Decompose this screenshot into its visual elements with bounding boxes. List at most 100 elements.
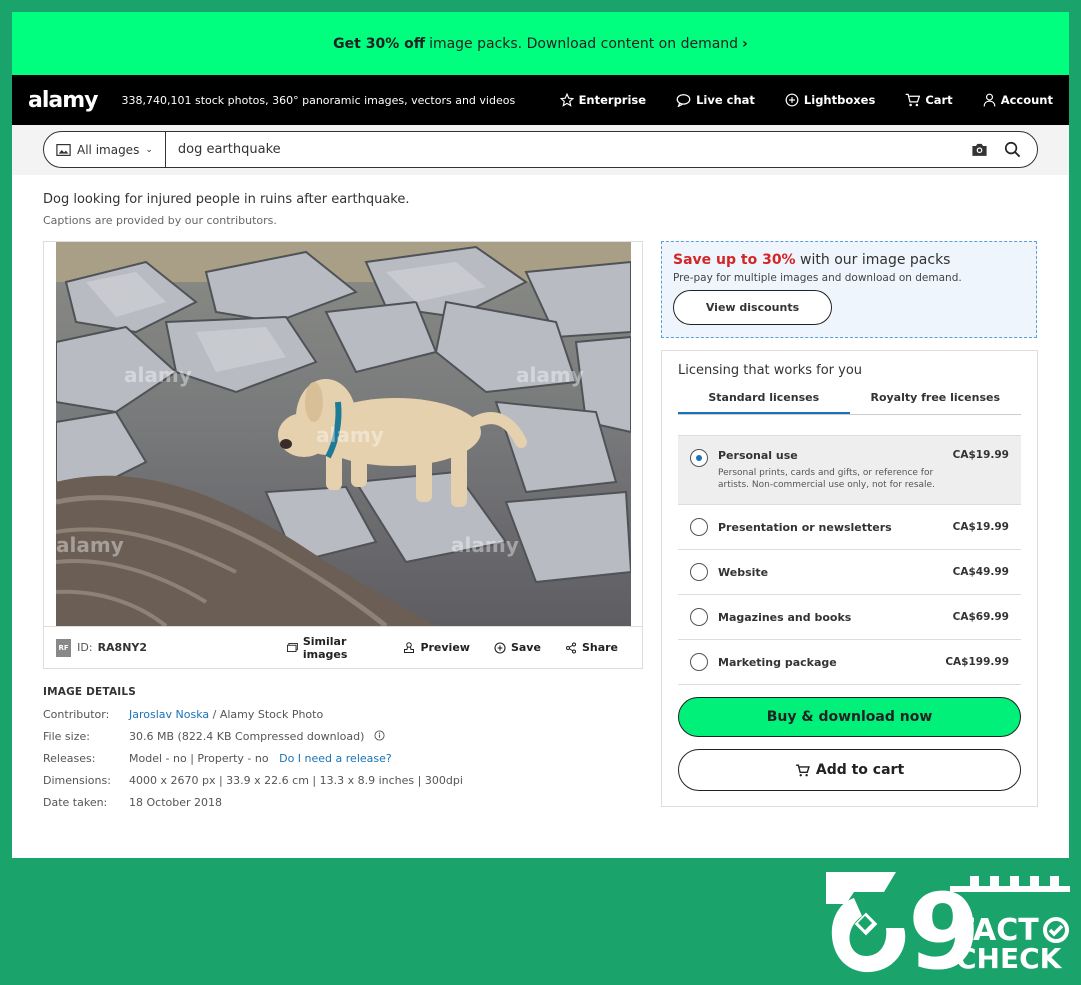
save-subtitle: Pre-pay for multiple images and download… <box>673 272 962 284</box>
option-body: Magazines and books <box>718 611 953 624</box>
similar-images-label: Similar images <box>302 634 348 661</box>
share-label: Share <box>581 641 618 654</box>
licensing-panel: Licensing that works for you Standard li… <box>661 350 1038 807</box>
detail-label: File size: <box>43 730 90 743</box>
watermark-4: alamy <box>56 533 124 557</box>
detail-dimensions: Dimensions: 4000 x 2670 px | 33.9 x 22.6… <box>43 774 463 787</box>
radio-button[interactable] <box>690 518 708 536</box>
page-frame: Get 30% off image packs. Download conten… <box>12 12 1069 858</box>
license-option-personal[interactable]: Personal use Personal prints, cards and … <box>678 435 1021 505</box>
images-icon <box>287 642 298 653</box>
save-button[interactable]: Save <box>494 641 541 654</box>
license-option-presentation[interactable]: Presentation or newsletters CA$19.99 <box>678 505 1021 550</box>
license-option-website[interactable]: Website CA$49.99 <box>678 550 1021 595</box>
dog-rubble-photo: alamy alamy alamy alamy alamy <box>56 242 631 626</box>
detail-label: Contributor: <box>43 708 110 721</box>
releases-value: Model - no | Property - no <box>129 752 269 765</box>
similar-images-button[interactable]: Similar images <box>287 635 379 661</box>
nav-account[interactable]: Account <box>983 93 1053 107</box>
option-label: Presentation or newsletters <box>718 520 892 534</box>
nav-enterprise[interactable]: Enterprise <box>559 93 646 107</box>
info-icon[interactable] <box>374 730 385 741</box>
promo-banner[interactable]: Get 30% off image packs. Download conten… <box>12 12 1069 75</box>
detail-filesize: File size: 30.6 MB (822.4 KB Compressed … <box>43 730 385 743</box>
tab-standard-licenses[interactable]: Standard licenses <box>678 389 850 414</box>
preview-label: Preview <box>420 641 470 654</box>
preview-button[interactable]: Preview <box>403 641 470 654</box>
buy-download-button[interactable]: Buy & download now <box>678 697 1021 737</box>
nav-lightboxes[interactable]: Lightboxes <box>785 93 875 107</box>
search-input[interactable] <box>165 142 971 157</box>
cart-icon <box>795 763 810 776</box>
stamp-icon <box>404 641 415 653</box>
release-help-link[interactable]: Do I need a release? <box>279 752 392 765</box>
detail-contributor: Contributor: Jaroslav Noska / Alamy Stoc… <box>43 708 323 721</box>
contributor-link[interactable]: Jaroslav Noska <box>129 708 209 721</box>
watermark-2: alamy <box>516 363 584 387</box>
watermark-1: alamy <box>124 363 192 387</box>
add-to-cart-label: Add to cart <box>815 762 905 778</box>
user-icon <box>983 93 996 107</box>
camera-search-button[interactable] <box>971 142 988 157</box>
detail-value: Jaroslav Noska / Alamy Stock Photo <box>129 708 323 721</box>
license-tabs: Standard licenses Royalty free licenses <box>678 389 1021 415</box>
detail-value: Model - no | Property - no Do I need a r… <box>129 752 392 765</box>
save-title-rest: with our image packs <box>800 252 951 268</box>
radio-button[interactable] <box>690 608 708 626</box>
search-button[interactable] <box>1004 141 1021 158</box>
share-button[interactable]: Share <box>565 641 618 654</box>
share-icon <box>565 642 576 653</box>
radio-button[interactable] <box>690 563 708 581</box>
add-to-cart-button[interactable]: Add to cart <box>678 749 1021 791</box>
image-pack-promo: Save up to 30% with our image packs Pre-… <box>661 241 1037 338</box>
dimensions-value: 4000 x 2670 px | 33.9 x 22.6 cm | 13.3 x… <box>129 774 463 787</box>
nav-cart-label: Cart <box>925 93 953 107</box>
chevron-down-icon: ⌄ <box>145 144 153 155</box>
image-id-label: ID: <box>77 641 93 654</box>
chat-icon <box>676 94 691 107</box>
photo-action-bar: RF ID: RA8NY2 Similar images Preview Sav… <box>44 626 642 668</box>
filesize-value: 30.6 MB (822.4 KB Compressed download) <box>129 730 365 743</box>
tagline: 338,740,101 stock photos, 360° panoramic… <box>121 93 516 107</box>
option-label: Magazines and books <box>718 610 852 624</box>
radio-dot <box>696 455 702 461</box>
factcheck-logo: 9 FACT CHECK <box>826 871 1070 976</box>
search-bar: All images ⌄ <box>43 131 1038 168</box>
nav-cart[interactable]: Cart <box>905 93 953 107</box>
chevron-right-icon: › <box>742 35 748 52</box>
image-id: RA8NY2 <box>97 641 148 654</box>
stock-photo[interactable]: alamy alamy alamy alamy alamy <box>56 242 631 626</box>
nav-account-label: Account <box>1000 93 1053 107</box>
view-discounts-button[interactable]: View discounts <box>673 290 832 325</box>
image-icon <box>56 143 71 156</box>
save-title: Save up to 30% with our image packs <box>673 252 1025 268</box>
watermark-3: alamy <box>316 423 384 447</box>
nav-live-chat[interactable]: Live chat <box>676 93 755 107</box>
option-description: Personal prints, cards and gifts, or ref… <box>718 468 935 490</box>
detail-label: Releases: <box>43 752 96 765</box>
detail-value: 30.6 MB (822.4 KB Compressed download) <box>129 730 385 743</box>
licensing-title: Licensing that works for you <box>678 363 863 378</box>
option-label: Marketing package <box>718 655 837 669</box>
license-option-magazines[interactable]: Magazines and books CA$69.99 <box>678 595 1021 640</box>
option-body: Personal use Personal prints, cards and … <box>718 449 953 491</box>
alamy-logo[interactable]: alamy <box>28 88 98 113</box>
promo-text: image packs. Download content on demand <box>429 35 739 52</box>
detail-date: Date taken: 18 October 2018 <box>43 796 222 809</box>
detail-label: Date taken: <box>43 796 108 809</box>
search-area: All images ⌄ <box>12 125 1069 175</box>
radio-button[interactable] <box>690 653 708 671</box>
license-option-marketing[interactable]: Marketing package CA$199.99 <box>678 640 1021 685</box>
radio-selected[interactable] <box>690 449 708 467</box>
option-label: Personal use <box>718 449 798 462</box>
search-scope-label: All images <box>77 142 140 157</box>
contributor-agency: / Alamy Stock Photo <box>212 708 324 721</box>
tab-royalty-free-licenses[interactable]: Royalty free licenses <box>850 389 1022 414</box>
logo-check: CHECK <box>956 942 1063 975</box>
top-nav: alamy 338,740,101 stock photos, 360° pan… <box>12 75 1069 125</box>
option-price: CA$19.99 <box>952 449 1009 461</box>
option-price: CA$19.99 <box>952 521 1009 533</box>
royalty-free-badge: RF <box>56 638 72 657</box>
search-scope-dropdown[interactable]: All images ⌄ <box>44 132 166 167</box>
promo-bold: Get 30% off <box>333 35 426 52</box>
